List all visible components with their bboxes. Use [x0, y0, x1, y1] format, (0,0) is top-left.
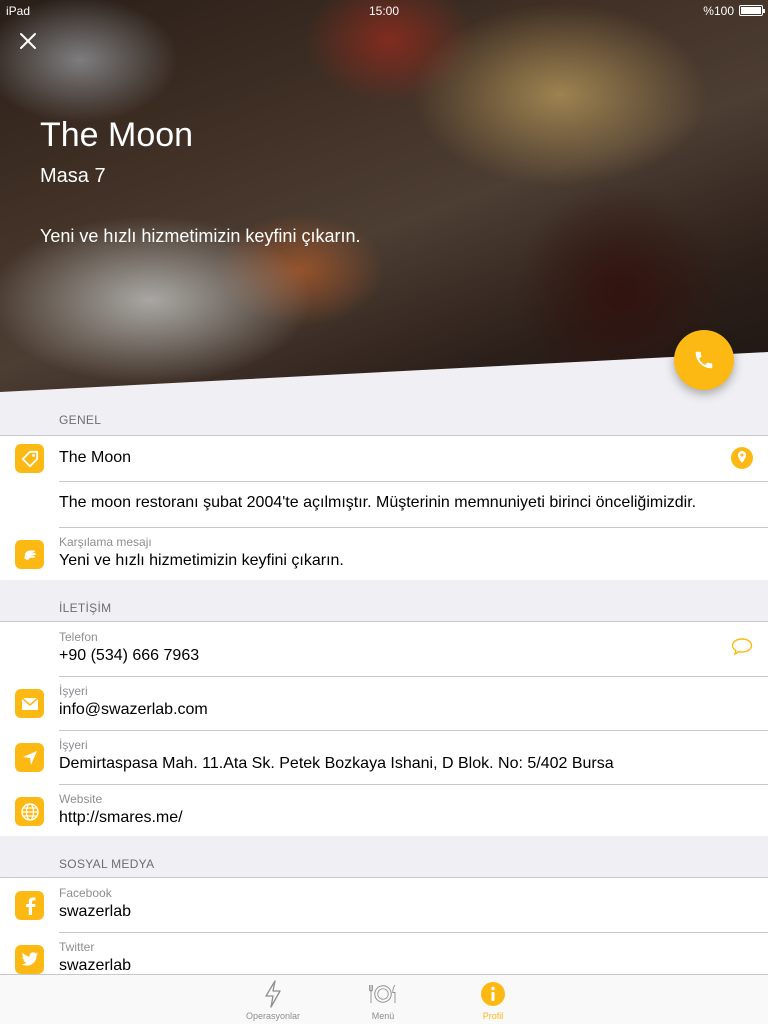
tab-operations[interactable]: Operasyonlar — [218, 975, 328, 1024]
phone-caption: Telefon — [59, 630, 98, 644]
tag-icon — [15, 444, 44, 473]
address-value: Demirtaspasa Mah. 11.Ata Sk. Petek Bozka… — [59, 755, 614, 772]
facebook-icon — [15, 891, 44, 920]
website-row[interactable]: Website http://smares.me/ — [0, 784, 768, 838]
twitter-icon — [15, 945, 44, 974]
welcome-message: Yeni ve hızlı hizmetimizin keyfini çıkar… — [40, 226, 361, 246]
hero-image — [0, 0, 768, 392]
welcome-caption: Karşılama mesajı — [59, 535, 152, 549]
battery-percent: %100 — [703, 4, 734, 18]
globe-icon — [15, 797, 44, 826]
website-caption: Website — [59, 792, 103, 806]
hand-wave-icon — [15, 540, 44, 569]
tab-label: Profil — [482, 1011, 504, 1021]
message-bubble-icon[interactable] — [730, 635, 754, 659]
restaurant-name: The Moon — [59, 449, 132, 466]
email-value: info@swazerlab.com — [59, 701, 208, 718]
tab-label: Menü — [371, 1011, 395, 1021]
facebook-value: swazerlab — [59, 903, 132, 920]
status-bar: iPad 15:00 %100 — [0, 0, 768, 20]
tab-bar: Operasyonlar Menü Profil — [0, 974, 768, 1024]
mail-icon — [15, 689, 44, 718]
lightning-icon — [258, 979, 288, 1009]
address-caption: İşyeri — [59, 738, 88, 752]
page-title: The Moon — [40, 116, 194, 154]
section-header-contact: İLETİŞİM — [0, 580, 768, 624]
call-button[interactable] — [674, 330, 734, 390]
section-header-general: GENEL — [0, 392, 768, 436]
twitter-caption: Twitter — [59, 940, 95, 954]
social-group: Facebook swazerlab Twitter swazerlab — [0, 877, 768, 986]
info-icon — [478, 979, 508, 1009]
close-button[interactable] — [14, 27, 42, 55]
table-number: Masa 7 — [40, 165, 106, 187]
website-value: http://smares.me/ — [59, 809, 183, 826]
welcome-message-row[interactable]: Karşılama mesajı Yeni ve hızlı hizmetimi… — [0, 527, 768, 581]
description-row: The moon restoranı şubat 2004'te açılmış… — [0, 481, 768, 527]
email-caption: İşyeri — [59, 684, 88, 698]
welcome-value: Yeni ve hızlı hizmetimizin keyfini çıkar… — [59, 552, 344, 569]
address-row[interactable]: İşyeri Demirtaspasa Mah. 11.Ata Sk. Pete… — [0, 730, 768, 784]
location-pin-icon[interactable] — [730, 446, 754, 470]
contact-group: Telefon +90 (534) 666 7963 İşyeri info@s… — [0, 621, 768, 839]
restaurant-name-row[interactable]: The Moon — [0, 436, 768, 481]
tab-menu[interactable]: Menü — [328, 975, 438, 1024]
plate-cutlery-icon — [368, 979, 398, 1009]
close-icon — [20, 33, 36, 49]
tab-profile[interactable]: Profil — [438, 975, 548, 1024]
email-row[interactable]: İşyeri info@swazerlab.com — [0, 676, 768, 730]
facebook-row[interactable]: Facebook swazerlab — [0, 878, 768, 932]
phone-value: +90 (534) 666 7963 — [59, 647, 200, 664]
phone-icon — [695, 351, 713, 369]
tab-label: Operasyonlar — [245, 1011, 301, 1021]
twitter-value: swazerlab — [59, 957, 132, 974]
general-group: The Moon The moon restoranı şubat 2004't… — [0, 435, 768, 582]
phone-row[interactable]: Telefon +90 (534) 666 7963 — [0, 622, 768, 676]
facebook-caption: Facebook — [59, 886, 112, 900]
location-arrow-icon — [15, 743, 44, 772]
status-time: 15:00 — [368, 4, 400, 18]
section-header-social: SOSYAL MEDYA — [0, 836, 768, 880]
restaurant-description: The moon restoranı şubat 2004'te açılmış… — [59, 494, 697, 511]
battery-icon — [739, 5, 765, 16]
